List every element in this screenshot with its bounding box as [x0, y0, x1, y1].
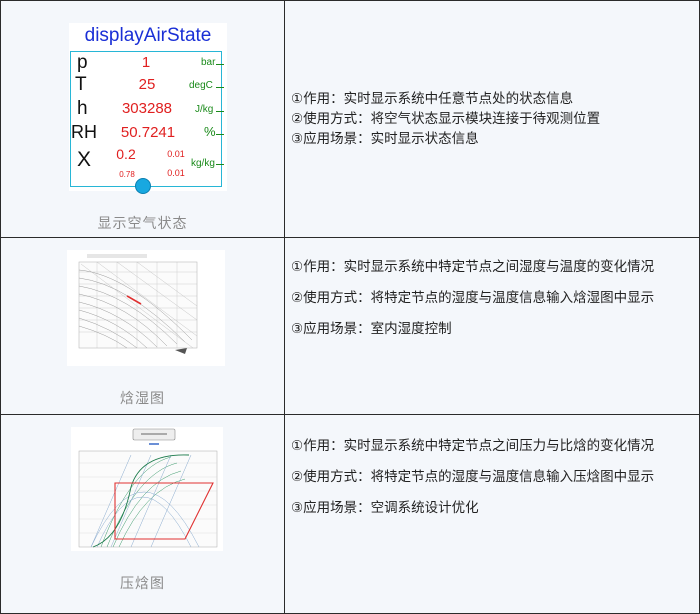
label-x: X: [77, 148, 92, 171]
desc-line: ③应用场景：空调系统设计优化: [291, 500, 479, 516]
pressure-enthalpy-chart-image: [71, 427, 223, 551]
value-t: 25: [138, 76, 156, 93]
unit-t: degC: [189, 80, 213, 91]
desc-line: ③应用场景：实时显示状态信息: [291, 131, 479, 147]
image-cell: 压焓图: [1, 415, 285, 613]
psychrometric-chart-image: [67, 250, 225, 366]
label-t: T: [75, 74, 87, 95]
unit-x: kg/kg: [191, 158, 215, 169]
unit-rh: %: [204, 124, 216, 139]
value-p: 1: [141, 54, 151, 71]
desc-line: ②使用方式：将空气状态显示模块连接于待观测位置: [291, 111, 601, 127]
value-h: 303288: [121, 100, 173, 117]
unit-h: J/kg: [195, 104, 214, 115]
tick: [216, 111, 224, 112]
value-x4: 0.01: [167, 168, 185, 178]
tick: [216, 164, 224, 165]
value-x3: 0.78: [119, 170, 135, 179]
unit-p: bar: [201, 57, 216, 68]
description-cell: ①作用：实时显示系统中任意节点处的状态信息 ②使用方式：将空气状态显示模块连接于…: [285, 1, 699, 237]
desc-line: ①作用：实时显示系统中特定节点之间湿度与温度的变化情况: [291, 259, 655, 275]
tick: [216, 87, 224, 88]
caption: 压焓图: [120, 576, 165, 592]
caption: 焓湿图: [120, 391, 165, 407]
tick: [216, 64, 224, 65]
caption: 显示空气状态: [97, 216, 188, 232]
desc-line: ②使用方式：将特定节点的湿度与温度信息输入压焓图中显示: [291, 469, 655, 485]
desc-line: ①作用：实时显示系统中任意节点处的状态信息: [291, 91, 574, 107]
image-cell: 焓湿图: [1, 238, 285, 414]
tick: [216, 134, 224, 135]
desc-line: ③应用场景：室内湿度控制: [291, 321, 452, 337]
display-air-state-widget: displayAirState p 1 bar T 25 degC h 3032…: [69, 23, 227, 194]
table-row: displayAirState p 1 bar T 25 degC h 3032…: [1, 1, 699, 238]
label-rh: RH: [71, 122, 97, 142]
connector-port[interactable]: [135, 178, 151, 194]
widget-title: displayAirState: [84, 25, 212, 46]
table-row: 压焓图 ①作用：实时显示系统中特定节点之间压力与比焓的变化情况 ②使用方式：将特…: [1, 415, 699, 613]
desc-line: ②使用方式：将特定节点的湿度与温度信息输入焓湿图中显示: [291, 290, 655, 306]
value-x2: 0.01: [167, 149, 185, 159]
desc-line: ①作用：实时显示系统中特定节点之间压力与比焓的变化情况: [291, 438, 655, 454]
label-p: p: [77, 52, 88, 73]
value-x1: 0.2: [116, 146, 136, 162]
description-cell: ①作用：实时显示系统中特定节点之间湿度与温度的变化情况 ②使用方式：将特定节点的…: [285, 238, 699, 414]
image-cell: displayAirState p 1 bar T 25 degC h 3032…: [1, 1, 285, 237]
label-h: h: [77, 98, 88, 119]
widget-frame: p 1 bar T 25 degC h 303288 J/kg RH 50.72…: [70, 51, 224, 187]
component-table: displayAirState p 1 bar T 25 degC h 3032…: [0, 0, 700, 614]
description-cell: ①作用：实时显示系统中特定节点之间压力与比焓的变化情况 ②使用方式：将特定节点的…: [285, 415, 699, 613]
table-row: 焓湿图 ①作用：实时显示系统中特定节点之间湿度与温度的变化情况 ②使用方式：将特…: [1, 238, 699, 415]
value-rh: 50.7241: [120, 124, 176, 141]
